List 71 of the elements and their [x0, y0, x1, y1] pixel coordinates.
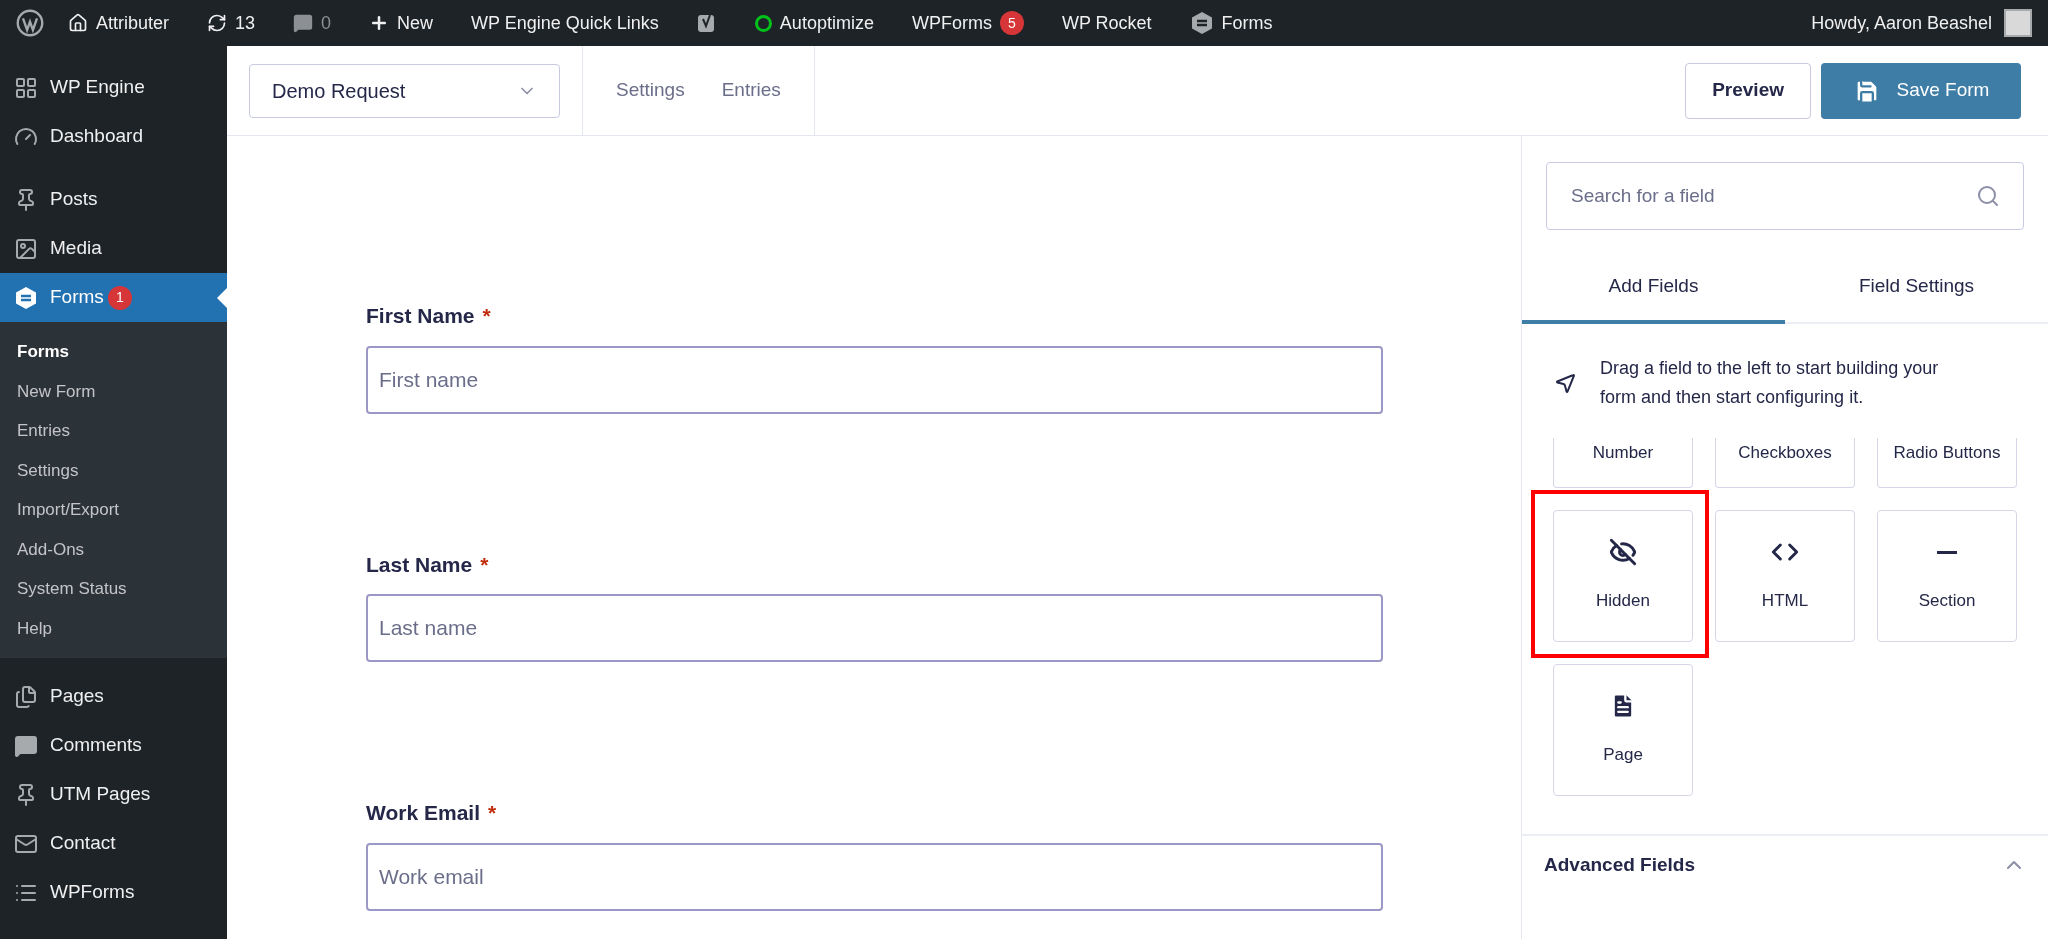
sidebar-menu-item[interactable]: Forms 1 — [0, 273, 227, 322]
admin-bar-item[interactable]: 0 — [293, 9, 332, 37]
field-tile[interactable]: Section — [1877, 510, 2017, 642]
sidebar-menu-item[interactable]: Comments — [0, 721, 227, 770]
panel-tab[interactable]: Add Fields — [1522, 252, 1785, 324]
speech-bubble-icon — [14, 733, 38, 758]
current-arrow-icon — [217, 288, 227, 308]
admin-bar-item[interactable]: WPForms 5 — [911, 9, 1024, 37]
text-input-field[interactable]: Work email — [366, 842, 1383, 911]
text-input-field[interactable]: First name — [366, 345, 1383, 414]
field-tile[interactable]: HTML — [1715, 510, 1855, 642]
eye-slash-icon — [1609, 538, 1637, 567]
sidebar-menu-item[interactable]: Posts — [0, 175, 227, 224]
submenu-item[interactable]: System Status — [0, 569, 227, 609]
submenu-item[interactable]: Settings — [0, 450, 227, 490]
search-icon — [1976, 184, 2000, 208]
field-tile[interactable]: Radio Buttons — [1877, 438, 2017, 488]
section-heading: Advanced Fields — [1544, 852, 1695, 877]
sidebar-menu-item[interactable]: UTM Pages — [0, 770, 227, 819]
sidebar-menu-item[interactable]: Contact — [0, 819, 227, 868]
submenu-item[interactable]: Help — [0, 608, 227, 648]
home-icon — [68, 13, 88, 33]
field-tile[interactable]: Number — [1553, 438, 1693, 488]
preview-button[interactable]: Preview — [1685, 62, 1811, 119]
field-tile[interactable]: Checkboxes — [1715, 438, 1855, 488]
speech-bubble-icon — [293, 13, 314, 33]
sidebar-menu-item[interactable]: Pages — [0, 672, 227, 721]
required-asterisk: * — [488, 800, 497, 826]
hexagon-logo-icon — [14, 285, 38, 310]
save-form-button[interactable]: Save Form — [1821, 62, 2021, 119]
sidebar-menu-item[interactable]: WP Engine — [0, 63, 227, 112]
header-nav-link[interactable]: Entries — [721, 76, 781, 105]
field-tile[interactable]: Hidden — [1553, 510, 1693, 642]
panel-tab[interactable]: Field Settings — [1785, 252, 2048, 324]
admin-bar-item[interactable]: 13 — [207, 9, 256, 37]
user-greeting[interactable]: Howdy, Aaron Beashel — [1811, 9, 1992, 37]
grid-icon — [14, 75, 38, 100]
sidebar-menu-item[interactable]: Media — [0, 224, 227, 273]
dash-icon — [1937, 550, 1957, 554]
cursor-icon — [1554, 371, 1578, 395]
required-asterisk: * — [482, 303, 491, 329]
form-selector[interactable]: Demo Request — [249, 63, 560, 118]
submenu-item[interactable]: Entries — [0, 411, 227, 451]
wordpress-logo-icon[interactable] — [16, 9, 44, 37]
submenu-item[interactable]: Add-Ons — [0, 529, 227, 569]
sidebar-menu-item[interactable]: WPForms — [0, 868, 227, 917]
field-label: Last Name — [366, 551, 473, 578]
hexagon-logo-icon — [1189, 11, 1214, 35]
admin-bar-item[interactable]: Autoptimize — [754, 9, 874, 37]
count-badge: 1 — [107, 285, 132, 310]
field-tile[interactable]: Page — [1553, 664, 1693, 796]
admin-bar-item[interactable]: Forms — [1189, 9, 1273, 37]
admin-bar-item[interactable]: WP Rocket — [1061, 9, 1152, 37]
search-field[interactable]: Search for a field — [1546, 162, 2024, 230]
refresh-icon — [207, 13, 228, 33]
count-badge: 5 — [999, 11, 1024, 35]
submenu-item[interactable]: Forms — [0, 332, 227, 372]
admin-bar-item[interactable]: Attributer — [68, 9, 170, 37]
pages-icon — [14, 684, 38, 709]
field-label: First Name — [366, 303, 475, 329]
header-nav-link[interactable]: Settings — [616, 76, 685, 105]
submenu-item[interactable]: Import/Export — [0, 490, 227, 530]
required-asterisk: * — [480, 551, 489, 578]
text-input-field[interactable]: Last name — [366, 594, 1383, 662]
field-label: Work Email — [366, 800, 480, 826]
admin-bar-item[interactable]: New — [369, 9, 434, 37]
submenu-item[interactable]: New Form — [0, 371, 227, 411]
admin-bar-item[interactable]: WP Engine Quick Links — [471, 9, 659, 37]
media-icon — [14, 236, 38, 261]
sidebar-menu-item[interactable]: Dashboard — [0, 112, 227, 161]
panel-hint-text: Drag a field to the left to start building your form and then start configuring it. — [1600, 357, 1940, 409]
